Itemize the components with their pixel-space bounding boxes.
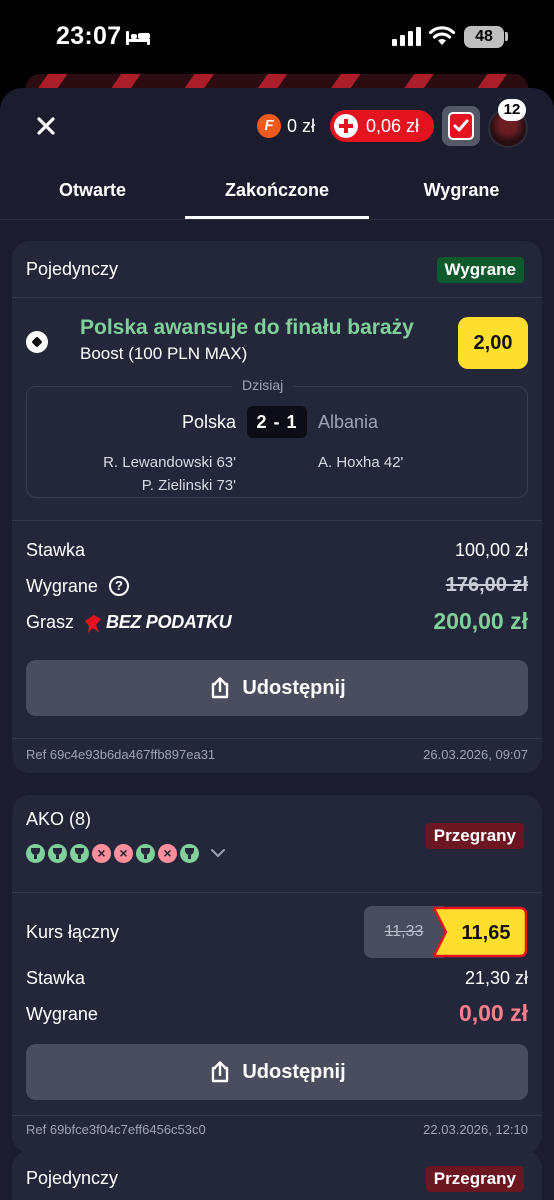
battery-tip — [505, 32, 508, 41]
freebet-balance: 0 zł — [287, 116, 316, 136]
share-label: Udostępnij — [242, 676, 346, 699]
leg-won-icon — [70, 843, 89, 863]
status-bar: 23:07 48 — [0, 0, 554, 78]
boosted-total-odds: 11,65 — [432, 906, 528, 958]
battery-icon: 48 — [464, 26, 504, 48]
bet-type: Pojedynczy — [26, 1168, 119, 1188]
cellular-signal-icon — [392, 26, 421, 46]
tab-settled[interactable]: Zakończone — [185, 180, 369, 201]
bet-card[interactable]: Pojedynczy Przegrany — [12, 1150, 542, 1200]
share-icon — [212, 1061, 229, 1083]
selection-name: Polska awansuje do finału baraży — [80, 316, 414, 339]
tab-open[interactable]: Otwarte — [0, 180, 185, 201]
status-badge: Przegrany — [425, 823, 524, 849]
football-icon — [26, 331, 48, 353]
deposit-button[interactable]: 0,06 zł — [330, 110, 434, 142]
home-scorer: R. Lewandowski 63' — [103, 454, 236, 471]
leg-won-icon — [180, 843, 199, 863]
divider — [12, 738, 542, 739]
help-icon[interactable]: ? — [109, 576, 129, 596]
away-scorer: A. Hoxha 42' — [318, 454, 404, 471]
leg-won-icon — [48, 843, 67, 863]
divider — [12, 520, 542, 521]
winnings-label: Wygrane — [26, 576, 98, 596]
close-icon[interactable] — [30, 110, 62, 142]
share-button[interactable]: Udostępnij — [26, 660, 528, 716]
away-team: Albania — [318, 412, 379, 432]
home-scorer: P. Zielinski 73' — [141, 477, 236, 494]
tab-won[interactable]: Wygrane — [369, 180, 554, 201]
plus-icon — [334, 114, 358, 138]
stake-label: Stawka — [26, 540, 86, 560]
freebet-coin-icon: F — [257, 114, 281, 138]
bet-type: AKO (8) — [26, 809, 92, 829]
leg-lost-icon: × — [92, 843, 111, 863]
bet-history-sheet: F 0 zł 0,06 zł 12 Otwarte Zakończone Wyg… — [0, 88, 554, 1200]
brand-logo-icon — [85, 615, 101, 633]
share-button[interactable]: Udostępnij — [26, 1044, 528, 1100]
stake-value: 100,00 zł — [454, 540, 528, 560]
bet-tabs: Otwarte Zakończone Wygrane — [0, 168, 554, 220]
bet-card[interactable]: Pojedynczy Wygrane Polska awansuje do fi… — [12, 241, 542, 773]
total-odds-label: Kurs łączny — [26, 922, 120, 942]
winnings-value: 0,00 zł — [458, 1000, 528, 1026]
leg-won-icon — [136, 843, 155, 863]
notification-badge: 12 — [498, 99, 526, 121]
share-icon — [212, 677, 229, 699]
share-label: Udostępnij — [242, 1060, 346, 1083]
leg-won-icon — [26, 843, 45, 863]
checkmark-icon — [448, 112, 474, 140]
odds-value: 2,00 — [458, 317, 528, 369]
winnings-label: Wygrane — [26, 1004, 98, 1024]
leg-lost-icon: × — [158, 843, 177, 863]
tax-free-brand: BEZ PODATKU — [106, 612, 232, 632]
betslip-button[interactable] — [442, 106, 480, 146]
tax-free-label: Grasz — [26, 612, 75, 632]
status-badge: Przegrany — [425, 1166, 524, 1192]
divider — [12, 297, 542, 298]
bet-placed-date: 22.03.2026, 12:10 — [423, 1122, 528, 1137]
chevron-down-icon[interactable] — [208, 843, 228, 863]
sheet-header: F 0 zł 0,06 zł 12 — [0, 88, 554, 168]
status-time: 23:07 — [56, 22, 122, 50]
leg-lost-icon: × — [114, 843, 133, 863]
divider — [12, 892, 542, 893]
bet-placed-date: 26.03.2026, 09:07 — [423, 747, 528, 762]
active-tab-indicator — [185, 216, 369, 219]
home-team: Polska — [181, 412, 236, 432]
market-name: Boost (100 PLN MAX) — [80, 344, 248, 363]
wifi-icon — [428, 26, 456, 45]
cash-balance: 0,06 zł — [366, 115, 420, 136]
bet-card[interactable]: AKO (8) Przegrany × × × Kurs łączny 11,3… — [12, 795, 542, 1153]
match-score: 2 - 1 — [247, 406, 307, 438]
divider — [12, 1115, 542, 1116]
winnings-final: 200,00 zł — [433, 608, 528, 634]
match-date: Dzisiaj — [232, 377, 294, 393]
boosted-odds-text: 11,65 — [462, 922, 511, 944]
sleep-focus-icon — [126, 31, 150, 45]
status-badge: Wygrane — [436, 257, 524, 283]
stake-label: Stawka — [26, 968, 86, 988]
match-result-box — [26, 386, 528, 498]
winnings-before-tax: 176,00 zł — [445, 574, 528, 596]
bet-reference: Ref 69c4e93b6da467ffb897ea31 — [26, 747, 216, 762]
stake-value: 21,30 zł — [464, 968, 528, 988]
bet-type: Pojedynczy — [26, 259, 119, 279]
bet-reference: Ref 69bfce3f04c7eff6456c53c0 — [26, 1122, 206, 1137]
legs-summary[interactable]: × × × — [26, 843, 228, 863]
